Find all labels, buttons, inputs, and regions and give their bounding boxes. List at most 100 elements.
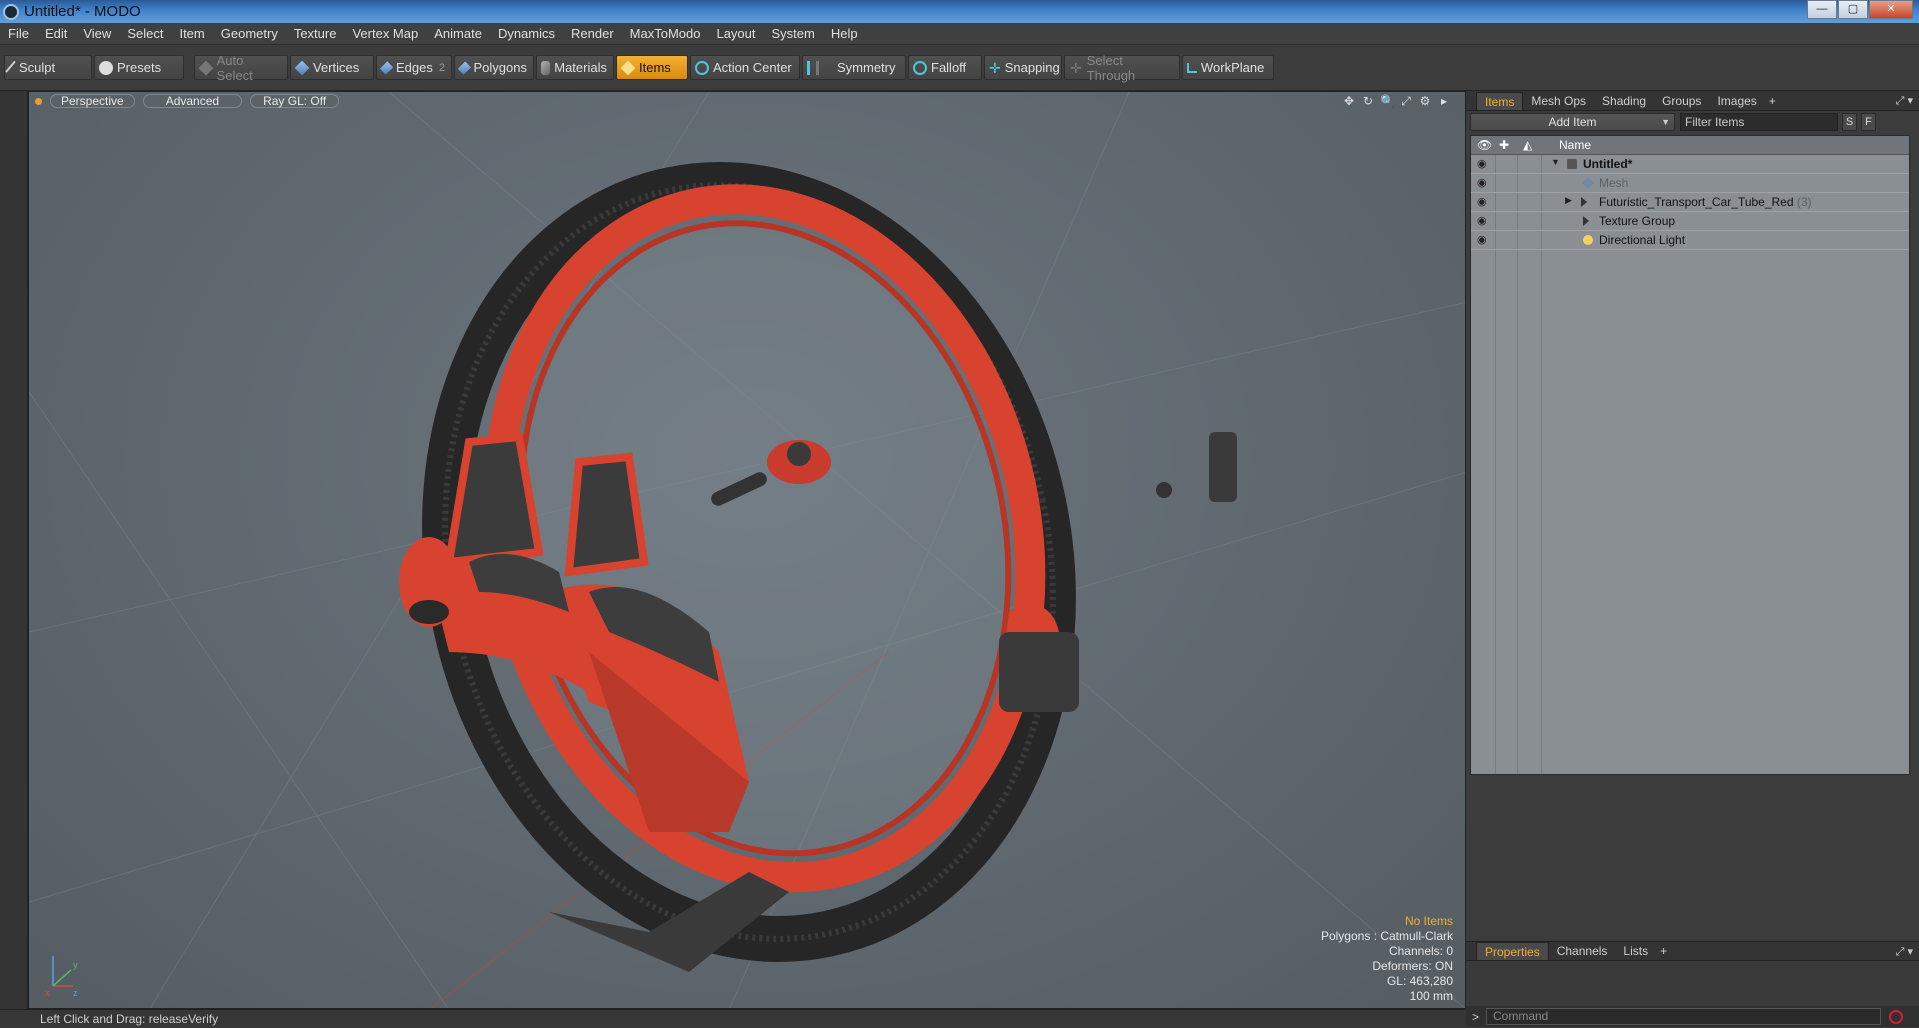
item-label: Mesh (1599, 176, 1629, 190)
filter-f-button[interactable]: F (1861, 113, 1876, 131)
viewport-tools: ✥ ↻ 🔍 ⤢ ⚙ ▸ (1337, 94, 1451, 108)
item-label: Untitled* (1583, 157, 1633, 171)
viewport-stats: No Items Polygons : Catmull-Clark Channe… (1321, 914, 1453, 1004)
panel-expand-icon[interactable]: ⤢ ▾ (1896, 945, 1913, 959)
tab-properties[interactable]: Properties (1476, 942, 1549, 960)
items-button[interactable]: Items (616, 55, 688, 80)
collapse-arrow-icon[interactable]: ▼ (1551, 157, 1561, 167)
rotate-icon[interactable]: ↻ (1361, 94, 1375, 108)
workplane-button[interactable]: WorkPlane (1182, 55, 1274, 80)
presets-button[interactable]: Presets (94, 55, 184, 80)
item-list: 👁 ✚ ◭ Name ◉ ▼ Untitled* ◉ Mesh ◉ ▶ Futu… (1470, 135, 1910, 775)
main-toolbar: Sculpt Presets Auto Select Vertices Edge… (0, 45, 1919, 91)
polygon-mode: Polygons : Catmull-Clark (1320, 929, 1453, 943)
select-through-button[interactable]: ✛ Select Through (1064, 53, 1180, 83)
pan-icon[interactable]: ✥ (1342, 94, 1356, 108)
menu-texture[interactable]: Texture (286, 26, 345, 41)
add-tab-button[interactable]: + (1765, 92, 1780, 110)
tab-items[interactable]: Items (1476, 91, 1524, 110)
settings-gear-icon[interactable]: ⚙ (1418, 94, 1432, 108)
panel-expand-icon[interactable]: ⤢ ▾ (1896, 94, 1913, 108)
tab-lists[interactable]: Lists (1615, 942, 1656, 960)
action-center-button[interactable]: Action Center (690, 55, 800, 80)
group-icon (1581, 197, 1587, 207)
menu-select[interactable]: Select (119, 26, 171, 41)
polygons-button[interactable]: Polygons (454, 55, 534, 80)
visibility-eye-icon[interactable]: ◉ (1477, 234, 1489, 246)
symmetry-button[interactable]: Symmetry (802, 55, 906, 80)
3d-viewport[interactable]: Perspective Advanced Ray GL: Off ✥ ↻ 🔍 ⤢… (28, 91, 1466, 1009)
item-list-controls: Add Item ▼ Filter Items S F (1470, 113, 1915, 133)
command-input[interactable]: Command (1486, 1008, 1881, 1025)
edges-icon (379, 60, 394, 75)
menu-edit[interactable]: Edit (37, 26, 75, 41)
tab-groups[interactable]: Groups (1654, 92, 1709, 110)
list-item[interactable]: ◉ ▶ Futuristic_Transport_Car_Tube_Red (3… (1471, 193, 1909, 212)
visibility-eye-icon[interactable]: ◉ (1477, 177, 1489, 189)
tab-mesh-ops[interactable]: Mesh Ops (1523, 92, 1594, 110)
filter-s-button[interactable]: S (1842, 113, 1857, 131)
list-item[interactable]: ◉ Mesh (1471, 174, 1909, 193)
vertices-icon (294, 60, 310, 75)
minimize-button[interactable]: — (1807, 0, 1837, 19)
visibility-eye-icon[interactable]: ◉ (1477, 158, 1489, 170)
lock-column-icon[interactable]: ✚ (1499, 136, 1509, 155)
add-item-button[interactable]: Add Item ▼ (1470, 113, 1675, 131)
command-history-icon[interactable] (1889, 1009, 1903, 1024)
visibility-column-icon[interactable]: 👁 (1477, 136, 1492, 155)
shading-mode-pill[interactable]: Advanced (142, 94, 243, 108)
zoom-icon[interactable]: 🔍 (1380, 94, 1395, 108)
vertices-button[interactable]: Vertices (290, 55, 374, 80)
viewport-menu-dot[interactable] (35, 97, 42, 105)
list-item[interactable]: ◉ ▼ Untitled* (1471, 155, 1909, 174)
hub-bolt (1156, 482, 1172, 498)
svg-text:z: z (73, 988, 78, 998)
left-wheel (409, 600, 449, 624)
tab-shading[interactable]: Shading (1594, 92, 1654, 110)
materials-button[interactable]: Materials (536, 55, 614, 80)
close-button[interactable]: ✕ (1869, 0, 1913, 19)
visibility-eye-icon[interactable]: ◉ (1477, 196, 1489, 208)
snapping-icon: ✛ (989, 59, 1001, 76)
render-column-icon[interactable]: ◭ (1523, 136, 1532, 155)
fit-icon[interactable]: ⤢ (1399, 94, 1413, 108)
expand-arrow-icon[interactable]: ▸ (1437, 94, 1451, 108)
menu-item[interactable]: Item (171, 26, 212, 41)
menu-system[interactable]: System (764, 26, 823, 41)
menu-animate[interactable]: Animate (426, 26, 490, 41)
menu-maxtomodo[interactable]: MaxToModo (622, 26, 709, 41)
falloff-button[interactable]: Falloff (908, 55, 982, 80)
brush-icon (5, 60, 19, 75)
menu-layout[interactable]: Layout (708, 26, 763, 41)
filter-items-input[interactable]: Filter Items (1680, 113, 1838, 131)
items-icon (620, 60, 636, 75)
tab-images[interactable]: Images (1709, 92, 1764, 110)
visibility-eye-icon[interactable]: ◉ (1477, 215, 1489, 227)
edges-button[interactable]: Edges 2 (376, 55, 452, 80)
maximize-button[interactable]: ▢ (1838, 0, 1868, 19)
raygl-pill[interactable]: Ray GL: Off (250, 94, 340, 108)
view-mode-pill[interactable]: Perspective (50, 94, 135, 108)
snapping-button[interactable]: ✛ Snapping (984, 55, 1062, 80)
expand-arrow-icon[interactable]: ▶ (1565, 195, 1575, 206)
sculpt-button[interactable]: Sculpt (4, 55, 92, 80)
auto-select-button[interactable]: Auto Select (194, 53, 288, 83)
menu-dynamics[interactable]: Dynamics (490, 26, 563, 41)
menu-view[interactable]: View (75, 26, 119, 41)
menu-vertex-map[interactable]: Vertex Map (344, 26, 426, 41)
add-tab-button[interactable]: + (1656, 942, 1671, 960)
gl-poly-count: GL: 463,280 (1386, 974, 1453, 988)
name-column-header[interactable]: Name (1559, 136, 1591, 155)
polygons-icon (457, 60, 471, 75)
viewport-scene (29, 92, 1465, 1008)
menu-render[interactable]: Render (563, 26, 622, 41)
list-item[interactable]: ◉ Texture Group (1471, 212, 1909, 231)
workplane-icon (1187, 62, 1197, 73)
menu-file[interactable]: File (0, 26, 37, 41)
presets-icon (99, 60, 113, 75)
tab-channels[interactable]: Channels (1549, 942, 1616, 960)
list-item[interactable]: ◉ Directional Light (1471, 231, 1909, 250)
item-label: Texture Group (1599, 214, 1676, 228)
menu-geometry[interactable]: Geometry (213, 26, 286, 41)
menu-help[interactable]: Help (823, 26, 866, 41)
